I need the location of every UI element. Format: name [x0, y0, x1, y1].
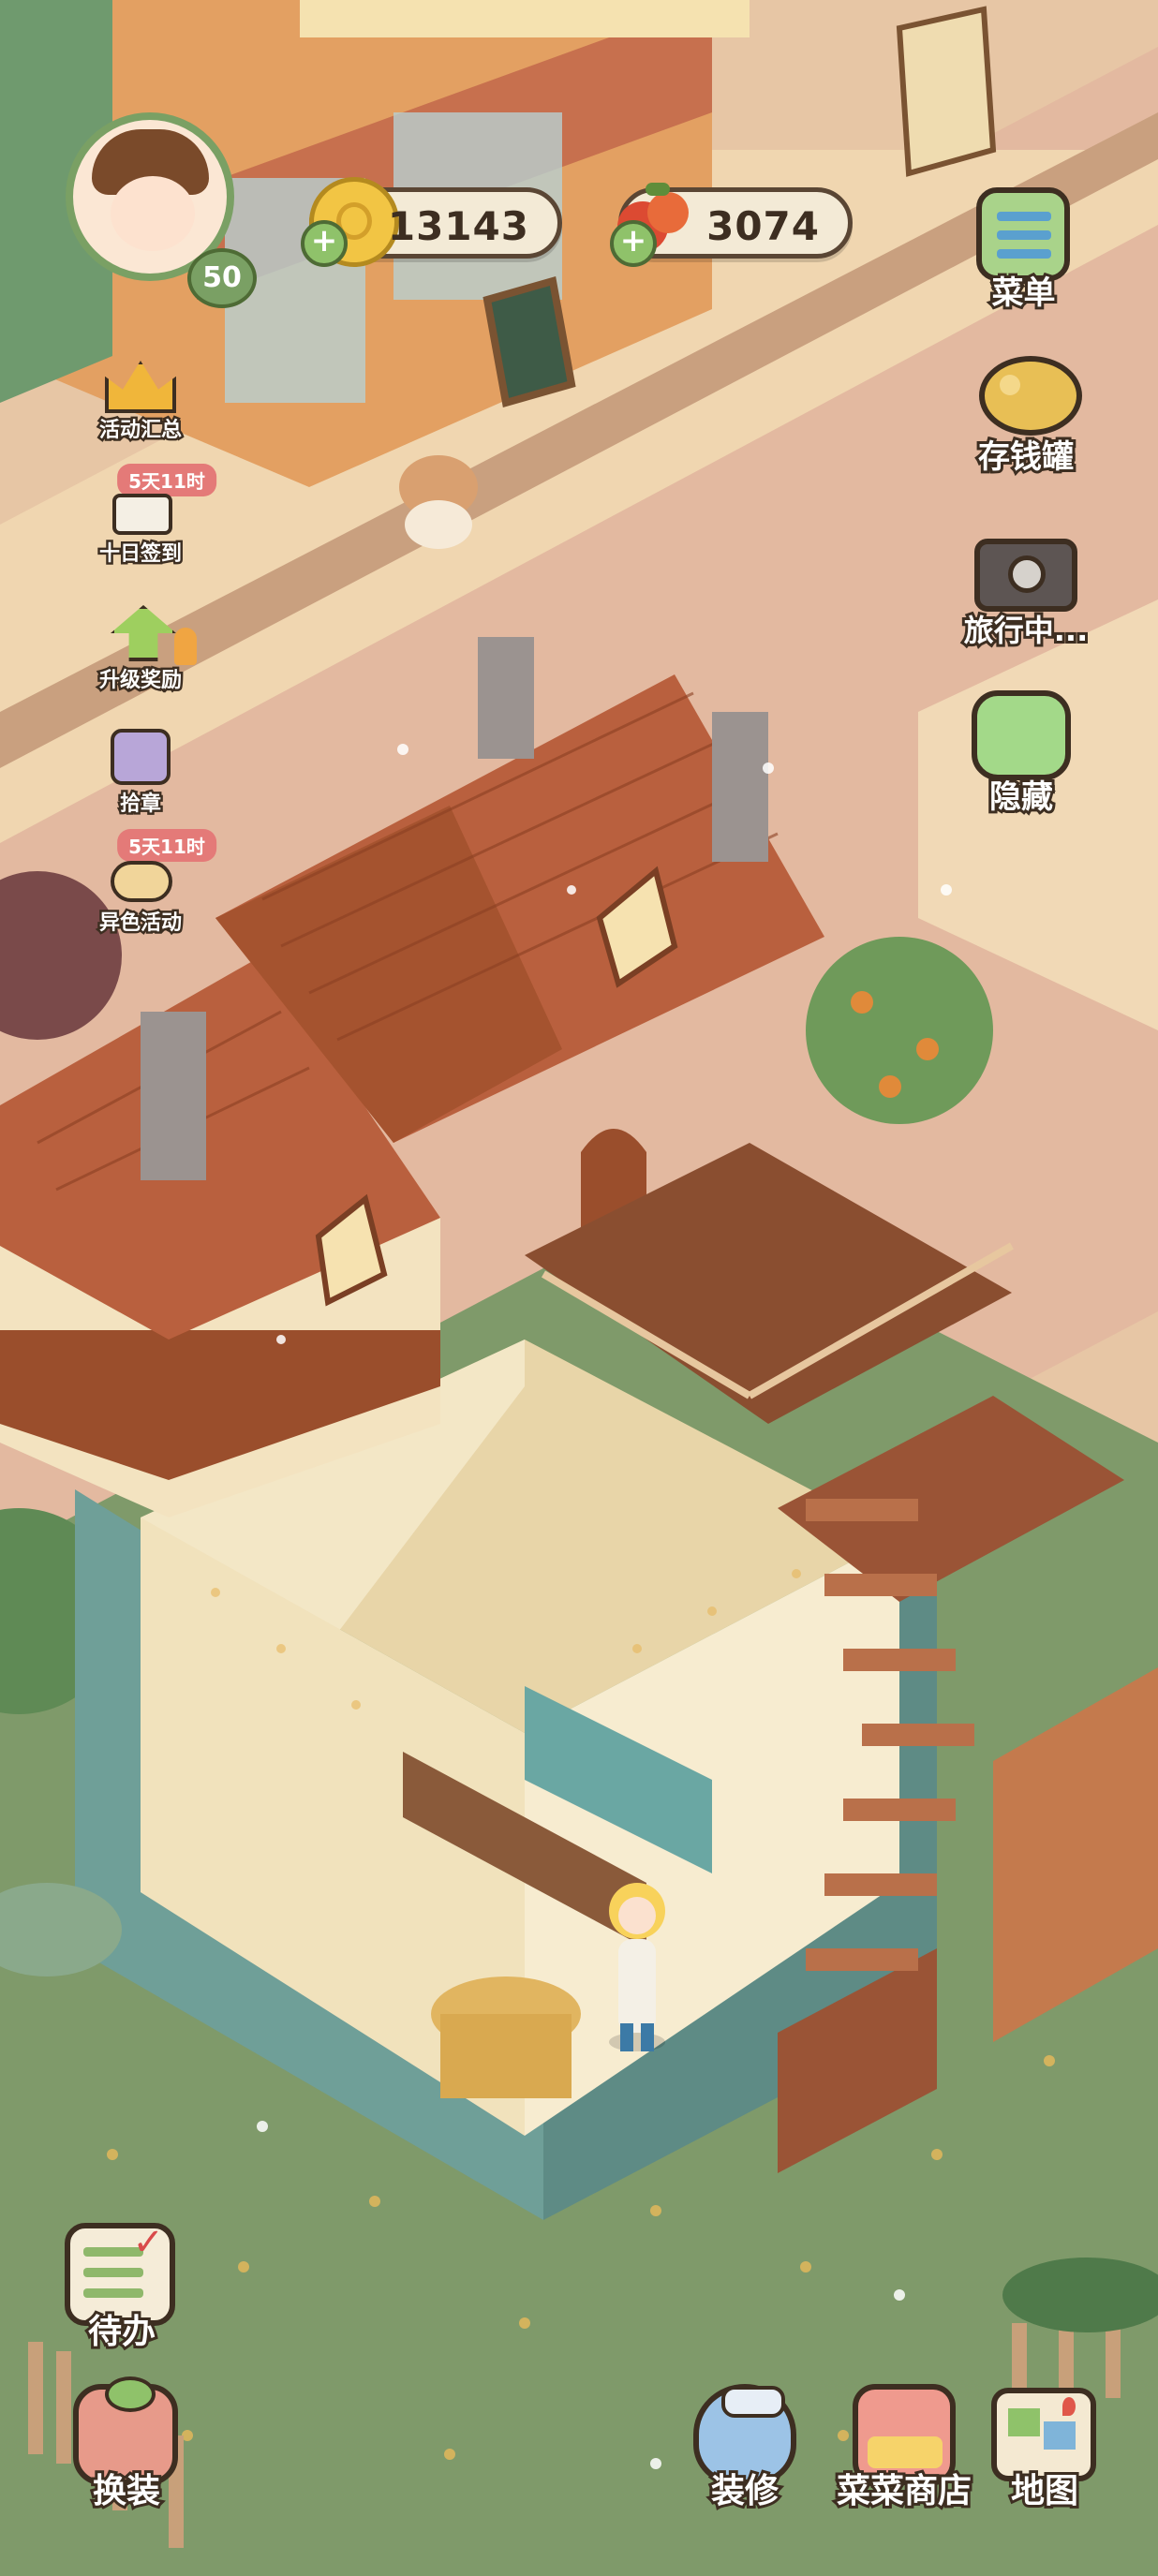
piggy-bank-label: 存钱罐 — [975, 436, 1076, 479]
badge-gem-icon — [111, 729, 171, 785]
menu-label: 菜单 — [989, 272, 1059, 315]
hide-button[interactable]: 隐藏 — [951, 679, 1091, 820]
travel-label: 旅行中... — [961, 610, 1091, 651]
player-avatar[interactable]: 50 — [56, 103, 257, 318]
calendar-icon — [112, 494, 172, 535]
menu-button[interactable]: 菜单 — [965, 178, 1082, 318]
upgrade-arrow-icon — [111, 605, 176, 661]
outfit-button[interactable]: 换装 — [56, 2375, 197, 2515]
travel-button[interactable]: 旅行中... — [946, 520, 1106, 660]
tomato-counter[interactable]: 3074 + — [610, 183, 853, 267]
table-cloth — [440, 2014, 572, 2098]
map-label: 地图 — [1008, 2469, 1081, 2513]
ten-day-checkin-button[interactable]: 5天11时 十日签到 — [84, 464, 216, 571]
hide-label: 隐藏 — [987, 776, 1056, 819]
shop-label: 菜菜商店 — [834, 2469, 974, 2513]
map-button[interactable]: 地图 — [974, 2375, 1115, 2515]
alt-color-event-button[interactable]: 5天11时 异色活动 — [84, 829, 216, 941]
shop-button[interactable]: 菜菜商店 — [815, 2375, 993, 2515]
todo-label: 待办 — [85, 2310, 158, 2354]
decorate-button[interactable]: 装修 — [675, 2375, 815, 2515]
carrot-icon — [174, 628, 197, 665]
piggy-bank-icon — [979, 356, 1082, 436]
upgrade-rewards-button[interactable]: 升级奖励 — [84, 600, 206, 698]
ten-day-checkin-label: 十日签到 — [96, 540, 184, 569]
chimney-right — [712, 712, 768, 862]
chalkboard-sign — [482, 275, 576, 408]
mushroom-creature — [399, 455, 478, 549]
add-tomatoes-icon[interactable]: + — [610, 220, 657, 267]
decorate-label: 装修 — [708, 2469, 781, 2513]
events-summary-button[interactable]: 活动汇总 — [84, 351, 197, 445]
chimney-left — [478, 637, 534, 759]
outfit-label: 换装 — [90, 2469, 163, 2513]
avatar-face — [111, 176, 195, 251]
pick-badge-button[interactable]: 拾章 — [84, 721, 197, 820]
checkin-timer-badge: 5天11时 — [117, 464, 216, 496]
events-summary-label: 活动汇总 — [96, 417, 184, 445]
chimney-front — [141, 1012, 206, 1180]
add-coins-icon[interactable]: + — [301, 220, 348, 267]
pick-badge-label: 拾章 — [117, 791, 163, 819]
coin-value: 13143 — [387, 203, 529, 249]
piggy-bank-button[interactable]: 存钱罐 — [956, 347, 1096, 487]
crown-icon — [105, 361, 176, 413]
todo-button[interactable]: ✓ 待办 — [52, 2215, 192, 2356]
camera-icon — [974, 539, 1077, 612]
alt-color-timer-badge: 5天11时 — [117, 829, 216, 862]
coin-counter[interactable]: 13143 + — [301, 177, 562, 267]
hide-icon — [972, 690, 1071, 780]
palette-icon — [111, 861, 172, 902]
wall-poster — [896, 6, 997, 177]
level-badge: 50 — [187, 248, 257, 308]
alt-color-event-label: 异色活动 — [96, 910, 184, 938]
tomato-value: 3074 — [706, 203, 820, 249]
upgrade-rewards-label: 升级奖励 — [96, 667, 184, 695]
tree-right-orange — [806, 937, 993, 1124]
